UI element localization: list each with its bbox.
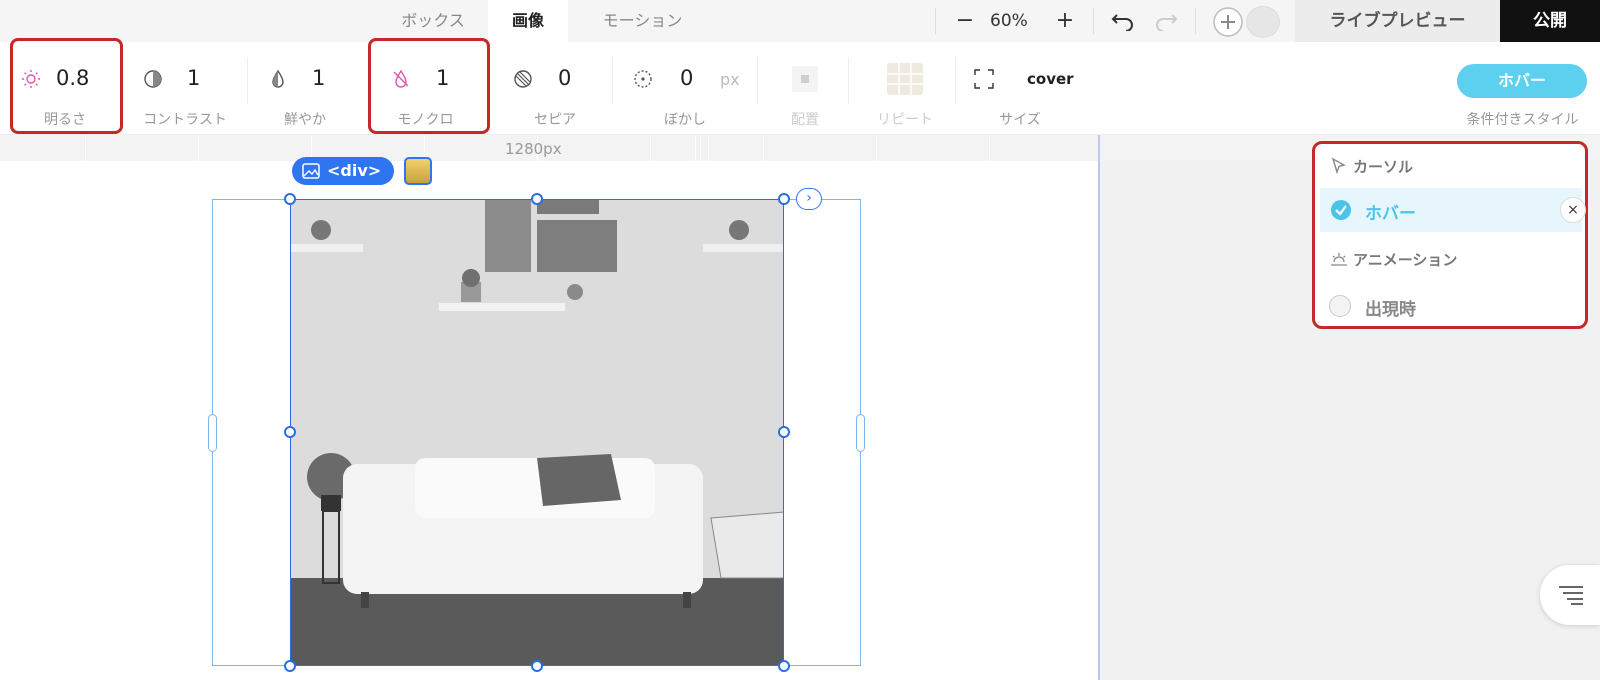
blur-label: ぼかし — [664, 112, 706, 128]
resize-handle-bottom-left[interactable] — [284, 660, 296, 672]
sunrise-icon — [1331, 253, 1347, 266]
appear-radio[interactable] — [1329, 295, 1351, 317]
expand-icon — [974, 69, 994, 89]
tab-image[interactable]: 画像 — [488, 0, 568, 42]
ruler-tick — [763, 135, 764, 161]
resize-handle-bottom-right[interactable] — [778, 660, 790, 672]
size-control[interactable]: cover サイズ — [965, 42, 1075, 135]
redo-icon[interactable] — [1153, 11, 1179, 31]
tab-box[interactable]: ボックス — [378, 0, 488, 42]
ruler-tick — [989, 135, 990, 161]
zoom-level: 60% — [990, 11, 1028, 31]
dropdown-item-hover[interactable]: ホバー × — [1320, 188, 1586, 232]
ruler-width-label: 1280px — [505, 140, 562, 158]
ruler-tick — [700, 135, 701, 161]
animation-section-heading: アニメーション — [1353, 251, 1458, 269]
ruler-tick — [650, 135, 651, 161]
separator — [848, 58, 849, 104]
avatar[interactable] — [1246, 6, 1280, 38]
size-label: サイズ — [999, 112, 1041, 128]
separator — [955, 58, 956, 104]
resize-handle-top[interactable] — [531, 193, 543, 205]
separator — [935, 8, 936, 34]
sepia-label: セピア — [534, 112, 576, 128]
resize-handle-left-mid[interactable] — [284, 426, 296, 438]
contrast-icon — [144, 70, 162, 88]
image-icon — [302, 163, 320, 179]
tile-repeat-icon — [887, 63, 923, 95]
highlight-box — [10, 38, 123, 134]
cursor-icon — [1331, 157, 1346, 175]
publish-button[interactable]: 公開 — [1500, 0, 1600, 42]
element-tag-badge[interactable]: <div> — [292, 157, 394, 185]
resize-handle-right-mid[interactable] — [778, 426, 790, 438]
resize-handle-right[interactable] — [856, 414, 865, 452]
contrast-label: コントラスト — [143, 112, 227, 128]
zoom-in-button[interactable]: + — [1055, 0, 1075, 42]
separator — [612, 58, 613, 104]
sepia-control[interactable]: 0 セピア — [500, 42, 610, 135]
blur-value[interactable]: 0 — [680, 66, 693, 90]
undo-icon[interactable] — [1110, 11, 1136, 31]
image-toolbar: 0.8 明るさ 1 コントラスト 1 鮮やか 1 モノクロ 0 セピア 0 px… — [0, 38, 1600, 135]
image-thumbnail[interactable] — [404, 157, 432, 185]
hover-condition-button[interactable]: ホバー — [1457, 64, 1587, 98]
ruler-tick — [198, 135, 199, 161]
dropdown-item-appear[interactable]: 出現時 — [1365, 295, 1416, 320]
close-icon[interactable]: × — [1560, 197, 1586, 223]
room-photo — [291, 200, 783, 665]
highlight-box — [368, 38, 490, 134]
position-label: 配置 — [791, 112, 819, 128]
separator — [247, 58, 248, 104]
menu-lines-icon — [1559, 586, 1583, 605]
saturate-label: 鮮やか — [284, 112, 326, 128]
separator — [1195, 8, 1196, 34]
breakpoint-divider[interactable] — [1098, 135, 1100, 680]
size-value[interactable]: cover — [1027, 70, 1074, 88]
chevron-right-icon[interactable]: › — [796, 188, 822, 210]
ruler-tick — [85, 135, 86, 161]
repeat-label: リピート — [877, 112, 933, 128]
sepia-icon — [514, 70, 532, 88]
live-preview-button[interactable]: ライブプレビュー — [1295, 0, 1500, 42]
add-user-icon[interactable] — [1212, 6, 1244, 38]
resize-handle-left[interactable] — [208, 414, 217, 452]
droplet-half-icon — [272, 69, 284, 88]
contrast-value[interactable]: 1 — [187, 66, 200, 90]
separator — [757, 58, 758, 104]
conditional-style-dropdown: カーソル ホバー × アニメーション 出現時 — [1312, 141, 1588, 329]
saturate-control[interactable]: 1 鮮やか — [255, 42, 355, 135]
repeat-control[interactable]: リピート — [855, 42, 955, 135]
ruler-tick — [876, 135, 877, 161]
top-bar: ボックス 画像 モーション − 60% + ライブプレビュー 公開 — [0, 0, 1600, 42]
resize-handle-bottom[interactable] — [531, 660, 543, 672]
cursor-section-heading: カーソル — [1353, 158, 1414, 176]
blur-icon — [634, 70, 652, 88]
zoom-out-button[interactable]: − — [955, 0, 975, 42]
resize-handle-top-right[interactable] — [778, 193, 790, 205]
dropdown-item-hover-label: ホバー — [1365, 204, 1416, 224]
conditional-style-label: 条件付きスタイル — [1466, 112, 1579, 128]
separator — [1093, 8, 1094, 34]
tab-motion[interactable]: モーション — [580, 0, 705, 42]
blur-control[interactable]: 0 px ぼかし — [620, 42, 750, 135]
blur-unit: px — [720, 70, 740, 89]
element-tag-label: <div> — [327, 161, 382, 180]
position-control[interactable]: 配置 — [770, 42, 840, 135]
check-circle-icon — [1331, 200, 1351, 220]
selected-image[interactable] — [290, 199, 784, 666]
contrast-control[interactable]: 1 コントラスト — [130, 42, 240, 135]
saturate-value[interactable]: 1 — [312, 66, 325, 90]
ruler-tick — [708, 135, 709, 161]
layers-menu-button[interactable] — [1540, 565, 1600, 625]
sepia-value[interactable]: 0 — [558, 66, 571, 90]
resize-handle-top-left[interactable] — [284, 193, 296, 205]
ruler-tick — [695, 135, 696, 161]
grid-position-icon — [792, 66, 818, 92]
